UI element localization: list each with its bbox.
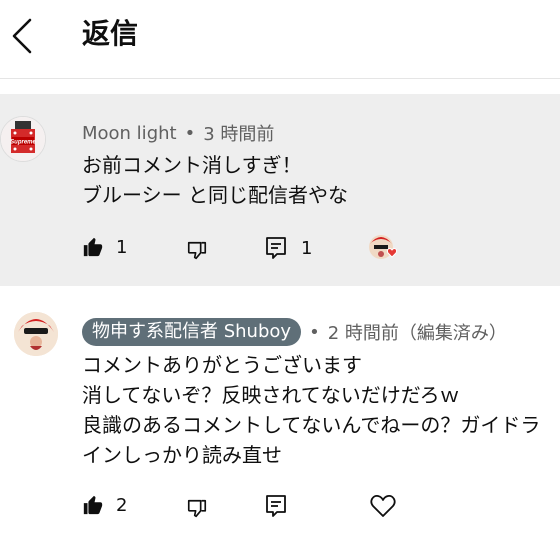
thumbs-up-icon [83, 495, 103, 515]
like-button[interactable]: 1 [82, 236, 127, 258]
comment-text: お前コメント消しすぎ！ ブルーシー と同じ配信者やな [82, 150, 348, 210]
comment-line: 良識のあるコメントしてないんでねーの？ガイドラ [82, 413, 541, 437]
comment-time: 2 時間前（編集済み） [327, 323, 507, 344]
meta-separator: • [184, 122, 196, 144]
like-button[interactable]: 2 [82, 494, 127, 516]
comment-meta: Moon light • 3 時間前 [82, 120, 274, 146]
highlighted-comment: Supreme Moon light • 3 時間前 お前コメント消しすぎ！ ブ… [0, 94, 560, 286]
back-button[interactable] [8, 14, 38, 58]
comment-divider [0, 286, 560, 296]
creator-avatar-illustration [14, 312, 58, 356]
meta-separator: • [309, 321, 320, 343]
supreme-logo-avatar: Supreme [1, 117, 45, 161]
creator-badge[interactable]: 物申す系配信者 Shuboy [82, 318, 302, 346]
comment-line: コメントありがとうございます [82, 353, 362, 377]
comment-line: 消してないぞ？反映されてないだけだろｗ [82, 383, 460, 407]
reply-icon [266, 495, 286, 517]
avatar[interactable] [14, 312, 58, 356]
avatar[interactable]: Supreme [0, 116, 46, 162]
reply-button[interactable] [265, 494, 287, 518]
comment-line: ブルーシー と同じ配信者やな [82, 183, 348, 207]
comment-meta: 物申す系配信者 Shuboy • 2 時間前（編集済み） [82, 318, 507, 346]
heart-button[interactable] [370, 494, 396, 518]
creator-avatar-heart-icon [369, 235, 397, 259]
reply-icon [266, 237, 286, 259]
reply-count: 1 [301, 237, 313, 259]
reply-button[interactable]: 1 [265, 236, 312, 260]
page-title: 返信 [82, 17, 139, 50]
creator-heart-badge [368, 234, 402, 266]
app-header: 返信 [0, 0, 560, 79]
dislike-button[interactable] [186, 240, 208, 262]
comment-line: インしっかり読み直せ [82, 443, 282, 467]
comment-line: お前コメント消しすぎ！ [82, 153, 302, 177]
comment-text: コメントありがとうございます 消してないぞ？反映されてないだけだろｗ 良識のある… [82, 350, 540, 470]
dislike-button[interactable] [186, 498, 208, 520]
reply-comment: 物申す系配信者 Shuboy • 2 時間前（編集済み） コメントありがとうござ… [0, 296, 560, 560]
chevron-left-icon [12, 18, 32, 54]
thumbs-up-icon [83, 237, 103, 257]
avatar-label: Supreme [10, 140, 36, 146]
comment-time: 3 時間前 [203, 124, 275, 145]
thumbs-down-icon [187, 499, 207, 518]
like-count: 1 [116, 236, 128, 258]
comment-author[interactable]: Moon light [82, 123, 177, 144]
heart-icon [370, 495, 396, 517]
thumbs-down-icon [187, 241, 207, 260]
like-count: 2 [116, 494, 128, 516]
